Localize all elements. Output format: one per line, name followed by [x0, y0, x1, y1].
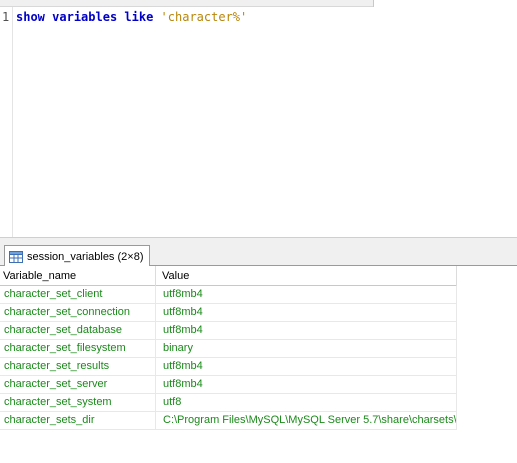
column-header-value[interactable]: Value	[156, 266, 457, 286]
table-row[interactable]: character_set_database utf8mb4	[0, 322, 457, 340]
keyword-show: show	[16, 10, 45, 24]
table-row[interactable]: character_set_connection utf8mb4	[0, 304, 457, 322]
cell-variable-name[interactable]: character_set_server	[0, 376, 156, 394]
cell-variable-name[interactable]: character_set_client	[0, 286, 156, 304]
table-row[interactable]: character_set_client utf8mb4	[0, 286, 457, 304]
app-window: 1 show variables like 'character%' sessi…	[0, 0, 517, 463]
table-row[interactable]: character_set_filesystem binary	[0, 340, 457, 358]
keyword-like: like	[124, 10, 154, 24]
cell-value[interactable]: utf8mb4	[156, 376, 457, 394]
cell-value[interactable]: utf8mb4	[156, 358, 457, 376]
cell-variable-name[interactable]: character_set_results	[0, 358, 156, 376]
cell-variable-name[interactable]: character_set_system	[0, 394, 156, 412]
cell-variable-name[interactable]: character_sets_dir	[0, 412, 156, 430]
cell-value[interactable]: utf8mb4	[156, 304, 457, 322]
keyword-variables: variables	[52, 10, 118, 24]
cell-value[interactable]: C:\Program Files\MySQL\MySQL Server 5.7\…	[156, 412, 457, 430]
line-number: 1	[2, 10, 10, 24]
code-line[interactable]: show variables like 'character%'	[16, 10, 247, 25]
column-header-variable-name[interactable]: Variable_name	[0, 266, 156, 286]
cell-variable-name[interactable]: character_set_filesystem	[0, 340, 156, 358]
grid-header: Variable_name Value	[0, 266, 457, 286]
table-row[interactable]: character_set_system utf8	[0, 394, 457, 412]
tab-session-variables[interactable]: session_variables (2×8)	[4, 245, 151, 267]
cell-variable-name[interactable]: character_set_database	[0, 322, 156, 340]
tab-label: session_variables (2×8)	[27, 250, 144, 263]
sql-editor[interactable]: 1 show variables like 'character%'	[0, 7, 517, 237]
table-row[interactable]: character_sets_dir C:\Program Files\MySQ…	[0, 412, 457, 430]
table-row[interactable]: character_set_results utf8mb4	[0, 358, 457, 376]
table-icon	[9, 250, 23, 263]
cell-value[interactable]: binary	[156, 340, 457, 358]
cell-value[interactable]: utf8	[156, 394, 457, 412]
result-tab-strip: session_variables (2×8)	[0, 243, 517, 267]
result-grid[interactable]: Variable_name Value character_set_client…	[0, 266, 517, 463]
cell-value[interactable]: utf8mb4	[156, 286, 457, 304]
query-tab-strip	[0, 0, 517, 7]
string-literal: 'character%'	[160, 10, 248, 24]
cell-value[interactable]: utf8mb4	[156, 322, 457, 340]
cell-variable-name[interactable]: character_set_connection	[0, 304, 156, 322]
query-tab-edge[interactable]	[373, 0, 517, 7]
table-row[interactable]: character_set_server utf8mb4	[0, 376, 457, 394]
line-number-gutter: 1	[0, 7, 13, 237]
